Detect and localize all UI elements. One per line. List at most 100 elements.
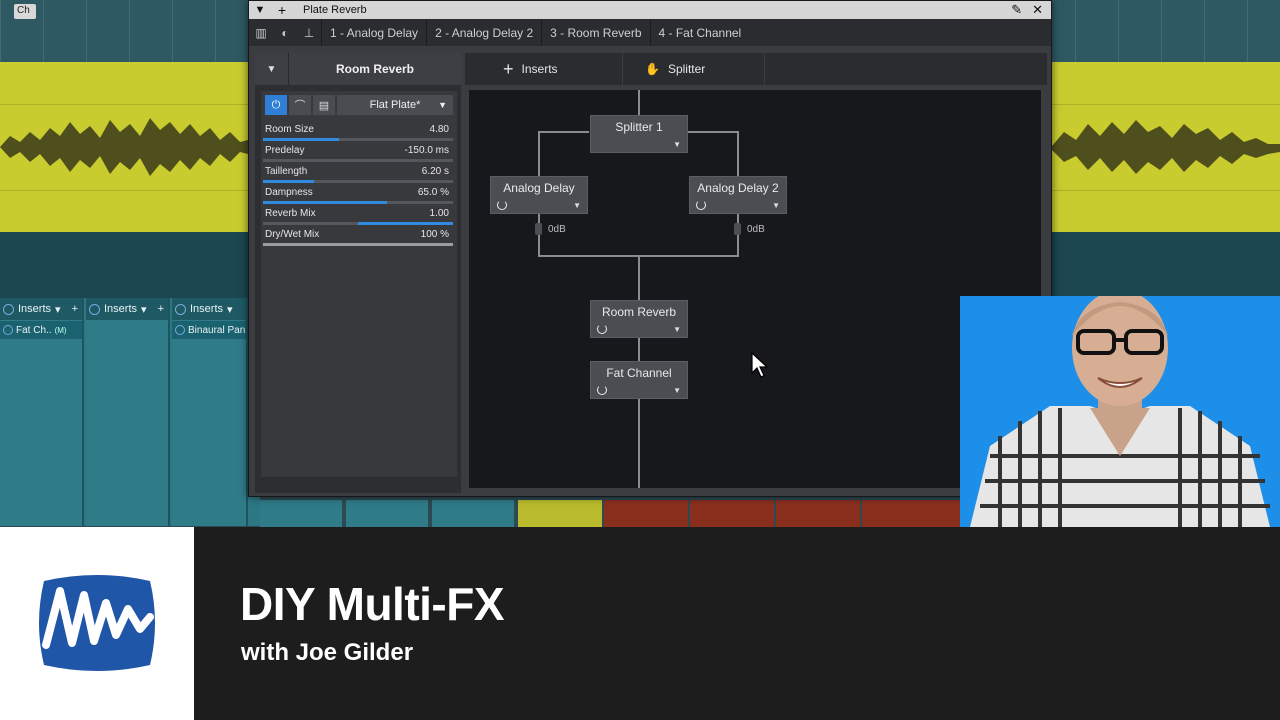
insert-slot-label: Fat Ch.. xyxy=(16,324,52,336)
mixer: Inserts ▾ + Fat Ch.. (M) Inserts ▾ + Ins… xyxy=(0,298,260,526)
splitter-node[interactable]: Splitter 1 ▼ xyxy=(590,115,688,153)
mouse-cursor-icon xyxy=(751,352,769,378)
chevron-down-icon[interactable]: ▼ xyxy=(772,201,780,210)
power-icon[interactable] xyxy=(175,325,185,335)
power-icon[interactable] xyxy=(3,303,14,315)
inserts-button[interactable]: + Inserts xyxy=(465,53,623,85)
gain-control-left[interactable]: 0dB xyxy=(535,223,566,235)
power-icon[interactable] xyxy=(497,200,507,210)
tab-analog-delay-2[interactable]: 2 - Analog Delay 2 xyxy=(426,19,541,46)
insert-slot[interactable]: Fat Ch.. (M) xyxy=(0,321,82,339)
analog-delay-2-node[interactable]: Analog Delay 2 ▼ xyxy=(689,176,787,214)
param-slider[interactable] xyxy=(263,180,453,183)
param-slider-fill xyxy=(263,201,387,204)
audio-clip-right[interactable] xyxy=(1052,62,1280,232)
param-row[interactable]: Reverb Mix 1.00 xyxy=(263,205,453,225)
node-label: Room Reverb xyxy=(601,305,677,319)
power-icon[interactable]: ⏻ xyxy=(265,95,287,115)
plugin-window: ▼ + Plate Reverb ✎ ✕ ▥ ◐ ⊥ 1 - Analog De… xyxy=(248,0,1052,497)
pin-icon[interactable]: ✎ xyxy=(1011,2,1022,18)
compare-icon[interactable]: ⌒ xyxy=(289,95,311,115)
chevron-down-icon[interactable]: ▼ xyxy=(673,386,681,395)
param-slider[interactable] xyxy=(263,201,453,204)
presenter-figure xyxy=(970,296,1270,527)
disc-icon[interactable]: ◐ xyxy=(273,19,297,46)
chevron-down-icon[interactable]: ▼ xyxy=(573,201,581,210)
preset-name: Flat Plate* xyxy=(369,99,421,111)
tab-fat-channel[interactable]: 4 - Fat Channel xyxy=(649,19,750,46)
window-titlebar[interactable]: ▼ + Plate Reverb ✎ ✕ xyxy=(249,1,1051,19)
gain-fader[interactable] xyxy=(535,223,542,235)
channel-label: Ch xyxy=(14,4,36,19)
chevron-down-icon[interactable]: ▼ xyxy=(673,325,681,334)
audio-clip-left[interactable] xyxy=(0,62,248,232)
power-icon[interactable] xyxy=(3,325,13,335)
chevron-down-icon[interactable]: ▾ xyxy=(141,303,147,316)
param-value: 4.80 xyxy=(429,124,449,135)
inserts-label: Inserts xyxy=(104,303,138,315)
param-row[interactable]: Predelay -150.0 ms xyxy=(263,142,453,162)
add-insert-icon[interactable]: + xyxy=(158,303,168,315)
routing-icon[interactable]: ⊥ xyxy=(297,19,321,46)
color-block xyxy=(862,500,960,527)
chevron-down-icon[interactable]: ▼ xyxy=(673,140,681,149)
chevron-down-icon[interactable]: ▾ xyxy=(227,303,233,316)
inserts-header[interactable]: Inserts ▾ + xyxy=(86,298,168,320)
power-icon[interactable] xyxy=(175,303,186,315)
power-icon[interactable] xyxy=(696,200,706,210)
param-slider[interactable] xyxy=(263,222,453,225)
param-value: -150.0 ms xyxy=(404,145,449,156)
room-reverb-node[interactable]: Room Reverb ▼ xyxy=(590,300,688,338)
param-row[interactable]: Room Size 4.80 xyxy=(263,121,453,141)
power-icon[interactable] xyxy=(89,303,100,315)
param-slider[interactable] xyxy=(263,159,453,162)
video-frame: Ch Inserts ▾ + Fat Ch.. (M) Inserts ▾ + … xyxy=(0,0,1280,720)
param-row[interactable]: Taillength 6.20 s xyxy=(263,163,453,183)
gain-fader[interactable] xyxy=(734,223,741,235)
param-row[interactable]: Dry/Wet Mix 100 % xyxy=(263,226,453,246)
brand-logo xyxy=(0,527,194,720)
param-list: ⏻ ⌒ ▤ Flat Plate* ▼ Room Size 4.80 Predela… xyxy=(261,91,457,477)
gain-value: 0dB xyxy=(747,223,765,235)
add-insert-icon[interactable]: + xyxy=(72,303,82,315)
power-icon[interactable] xyxy=(597,324,607,334)
tab-analog-delay[interactable]: 1 - Analog Delay xyxy=(321,19,426,46)
inserts-header[interactable]: Inserts ▾ xyxy=(172,298,246,320)
splitter-button-label: Splitter xyxy=(667,62,706,76)
fat-channel-node[interactable]: Fat Channel ▼ xyxy=(590,361,688,399)
param-slider[interactable] xyxy=(263,243,453,246)
bars-icon[interactable]: ▥ xyxy=(249,19,273,46)
color-block xyxy=(690,500,774,527)
routing-canvas[interactable]: Splitter 1 ▼ Analog Delay ▼ Analog Delay… xyxy=(469,90,1041,488)
routing-header: + Inserts ✋ Splitter xyxy=(465,53,1047,85)
splitter-button[interactable]: ✋ Splitter xyxy=(623,53,765,85)
power-icon[interactable] xyxy=(597,385,607,395)
chevron-down-icon[interactable]: ▼ xyxy=(249,4,271,16)
param-row[interactable]: Dampness 65.0 % xyxy=(263,184,453,204)
color-block xyxy=(776,500,860,527)
gain-control-right[interactable]: 0dB xyxy=(734,223,765,235)
device-panel: ▼ Room Reverb ⏻ ⌒ ▤ Flat Plate* ▼ Room S… xyxy=(255,53,461,493)
insert-slot[interactable]: Binaural Pan xyxy=(172,321,246,339)
inserts-button-label: Inserts xyxy=(521,62,558,76)
close-icon[interactable]: ✕ xyxy=(1032,2,1043,18)
preset-select[interactable]: Flat Plate* ▼ xyxy=(337,95,453,115)
param-name: Reverb Mix xyxy=(265,208,316,219)
video-subtitle: with Joe Gilder xyxy=(241,639,414,666)
add-icon: + xyxy=(503,58,514,79)
param-value: 100 % xyxy=(420,229,449,240)
param-slider-fill xyxy=(263,243,453,246)
chevron-down-icon[interactable]: ▼ xyxy=(255,53,289,85)
chevron-down-icon[interactable]: ▾ xyxy=(55,303,61,316)
analog-delay-node[interactable]: Analog Delay ▼ xyxy=(490,176,588,214)
tab-room-reverb[interactable]: 3 - Room Reverb xyxy=(541,19,649,46)
color-block xyxy=(518,500,602,527)
inserts-header[interactable]: Inserts ▾ + xyxy=(0,298,82,320)
add-icon[interactable]: + xyxy=(271,2,293,18)
color-block xyxy=(346,500,428,527)
color-block xyxy=(260,500,342,527)
param-value: 1.00 xyxy=(429,208,449,219)
param-slider[interactable] xyxy=(263,138,453,141)
preset-icon[interactable]: ▤ xyxy=(313,95,335,115)
video-title: DIY Multi-FX xyxy=(240,578,505,630)
